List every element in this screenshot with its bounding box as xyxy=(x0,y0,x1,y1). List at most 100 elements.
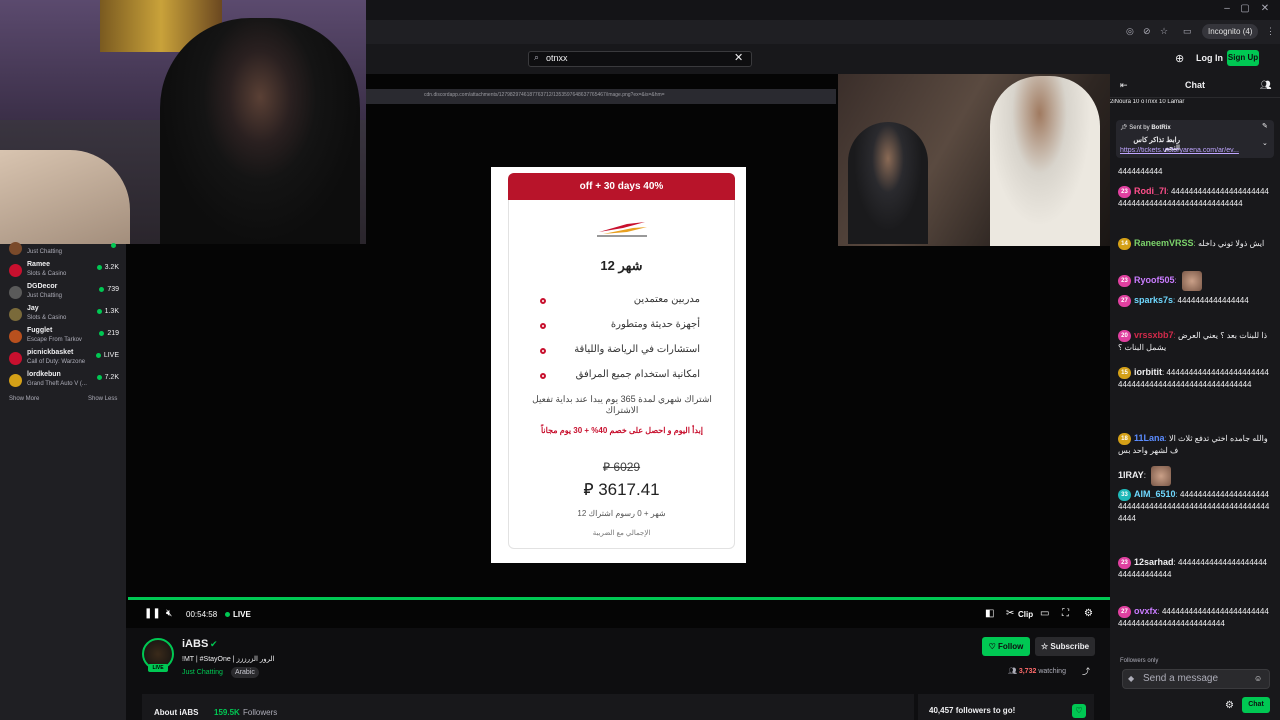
chat-message: 14 RaneemVRSS: ايش ذولا توني داخله xyxy=(1118,237,1270,250)
chat-text: ايش ذولا توني داخله xyxy=(1198,239,1265,248)
chat-message: 1IRAY: xyxy=(1118,466,1270,486)
sidebar-channel[interactable]: Fugglet Escape From Tarkov 219 xyxy=(0,327,126,349)
new-price-value: 3617.41 xyxy=(598,480,660,499)
stream-category[interactable]: Just Chatting xyxy=(182,669,223,676)
search-value[interactable]: otnxx xyxy=(546,53,568,63)
sidebar-channel-game: Grand Theft Auto V (... xyxy=(27,381,87,387)
mute-icon[interactable]: 🔇︎ xyxy=(166,608,172,619)
pause-icon[interactable]: ❚❚ xyxy=(144,608,161,619)
chat-username[interactable]: RaneemVRSS xyxy=(1134,238,1194,248)
community-icon[interactable]: 👥︎ xyxy=(1260,80,1271,91)
star-icon[interactable]: ☆ xyxy=(1160,26,1168,37)
show-more-link[interactable]: Show More xyxy=(9,396,39,402)
live-dot-icon xyxy=(96,264,102,270)
channel-name[interactable]: iABS xyxy=(182,638,208,650)
feature-text: أجهزة حديثة ومتطورة xyxy=(610,319,700,330)
login-button[interactable]: Log In xyxy=(1196,53,1223,63)
heart-icon: ♡ xyxy=(988,642,996,651)
player-controls xyxy=(126,600,1110,628)
clip-button[interactable]: Clip xyxy=(1018,610,1033,619)
sidebar-channel-game: Escape From Tarkov xyxy=(27,337,82,343)
subscribe-button[interactable]: ☆ Subscribe xyxy=(1035,637,1095,656)
live-dot-icon xyxy=(99,330,105,336)
clear-search-icon[interactable]: ✕ xyxy=(734,51,743,64)
promo-banner: off + 30 days 40% xyxy=(508,173,735,200)
chat-username[interactable]: vrssxbb7 xyxy=(1134,330,1174,340)
sender-name: BotRix xyxy=(1151,125,1171,131)
sidebar-channel-game: Call of Duty: Warzone xyxy=(27,359,86,365)
chat-input-placeholder[interactable]: Send a message xyxy=(1143,673,1218,684)
sidebar-channel-name: DGDecor xyxy=(27,283,58,290)
sub-badge-icon: 23 xyxy=(1118,275,1131,287)
channel-avatar xyxy=(9,242,22,255)
sidebar-channel[interactable]: Just Chatting xyxy=(0,239,126,261)
unpin-icon[interactable]: ✎ xyxy=(1262,122,1268,130)
chat-username[interactable]: 1IRAY xyxy=(1118,470,1144,480)
chat-username[interactable]: Ryoof505 xyxy=(1134,275,1175,285)
settings-icon[interactable]: ⚙ xyxy=(1084,608,1093,619)
chat-username[interactable]: Rodi_7l xyxy=(1134,186,1167,196)
maximize-icon[interactable]: ▢ xyxy=(1236,3,1254,14)
sidebar-channel[interactable]: Jay Slots & Casino 1.3K xyxy=(0,305,126,327)
chat-settings-icon[interactable]: ⚙ xyxy=(1225,700,1234,711)
viewer-count-value: 3,732 xyxy=(1018,668,1037,675)
sidebar-channel[interactable]: picnickbasket Call of Duty: Warzone LIVE xyxy=(0,349,126,371)
channel-avatar xyxy=(9,264,22,277)
close-window-icon[interactable]: ✕ xyxy=(1256,3,1274,14)
minimize-icon[interactable]: – xyxy=(1218,3,1236,14)
emote-icon[interactable]: ☺ xyxy=(1254,674,1262,683)
extension-icon[interactable]: ◎ xyxy=(1126,26,1134,37)
sidebar-channel[interactable]: lordkebun Grand Theft Auto V (... 7.2K xyxy=(0,371,126,393)
clip-icon[interactable]: ✂ xyxy=(1006,608,1014,619)
chat-username[interactable]: AIM_6510 xyxy=(1134,489,1176,499)
bullet-icon xyxy=(540,323,546,329)
theatre-icon[interactable]: ◧ xyxy=(985,608,994,619)
sidebar-viewer-count: 1.3K xyxy=(96,308,119,315)
share-icon[interactable]: ⤴ xyxy=(1082,666,1090,677)
chat-username[interactable]: iorbitit xyxy=(1134,367,1162,377)
followers-only-notice: Followers only xyxy=(1120,658,1159,664)
new-price: ⃁ 3617.41 xyxy=(508,478,735,500)
signup-button[interactable]: Sign Up xyxy=(1227,50,1259,66)
fullscreen-icon[interactable]: ⛶ xyxy=(1062,608,1069,619)
feature-text: استشارات في الرياضة واللياقة xyxy=(574,344,700,355)
show-less-link[interactable]: Show Less xyxy=(88,396,117,402)
chat-username[interactable]: 12sarhad xyxy=(1134,557,1174,567)
chat-message: 27 sparks7s: 4444444444444444 xyxy=(1118,294,1270,307)
chat-message: 15 iorbitit: 4444444444444444444444444444… xyxy=(1118,366,1269,389)
chat-title: Chat xyxy=(1185,80,1205,90)
more-icon[interactable]: ⋮ xyxy=(1266,26,1275,37)
sidebar-channel[interactable]: Ramee Slots & Casino 3.2K xyxy=(0,261,126,283)
follow-button[interactable]: ♡ Follow xyxy=(982,637,1030,656)
promo-offer: إبدأ اليوم و احصل على خصم 40% + 30 يوم م… xyxy=(540,426,704,435)
chat-username[interactable]: sparks7s xyxy=(1134,295,1173,305)
tax-note: الإجمالي مع الضريبة xyxy=(592,530,651,537)
chevron-down-icon[interactable]: ⌄ xyxy=(1262,139,1268,147)
feature-item: مدربين معتمدين xyxy=(540,294,700,308)
sidebar-channel[interactable]: DGDecor Just Chatting 739 xyxy=(0,283,126,305)
chat-send-button[interactable]: Chat xyxy=(1242,697,1270,713)
star-icon: ☆ xyxy=(1040,642,1049,651)
theatre-mode-icon[interactable]: ▭ xyxy=(1040,608,1049,619)
incognito-badge[interactable]: Incognito (4) xyxy=(1202,24,1259,39)
stream-tag[interactable]: Arabic xyxy=(231,667,259,678)
sidebar-viewer-count: 739 xyxy=(99,286,119,293)
sidebar-channel-game: Slots & Casino xyxy=(27,315,67,321)
sidepanel-icon[interactable]: ▭ xyxy=(1183,26,1192,37)
webcam-person xyxy=(990,76,1100,246)
plan-description: اشتراك شهري لمدة 365 يوم يبدا عند بداية … xyxy=(532,394,712,415)
eye-slash-icon[interactable]: ⊘ xyxy=(1143,26,1151,37)
pinned-link[interactable]: https://tickets.victoryarena.com/ar/ev..… xyxy=(1120,147,1256,154)
sub-badge-icon: 15 xyxy=(1118,366,1131,379)
sub-badge-icon: 23 xyxy=(1118,556,1131,569)
pinned-sender: 📌︎ Sent by BotRix xyxy=(1120,124,1171,131)
bits-icon[interactable]: ◆ xyxy=(1128,674,1134,683)
sidebar-channel-game: Slots & Casino xyxy=(27,271,67,277)
shared-screen-url: cdn.discordapp.com/attachments/127982974… xyxy=(424,92,665,98)
globe-icon[interactable]: ⊕ xyxy=(1175,52,1184,65)
progress-bar[interactable] xyxy=(128,597,1110,600)
chat-username[interactable]: 11Lana xyxy=(1134,433,1165,443)
chat-username[interactable]: ovxfx xyxy=(1134,606,1158,616)
heart-icon[interactable]: ♡ xyxy=(1072,704,1086,718)
feature-text: مدربين معتمدين xyxy=(633,294,700,305)
